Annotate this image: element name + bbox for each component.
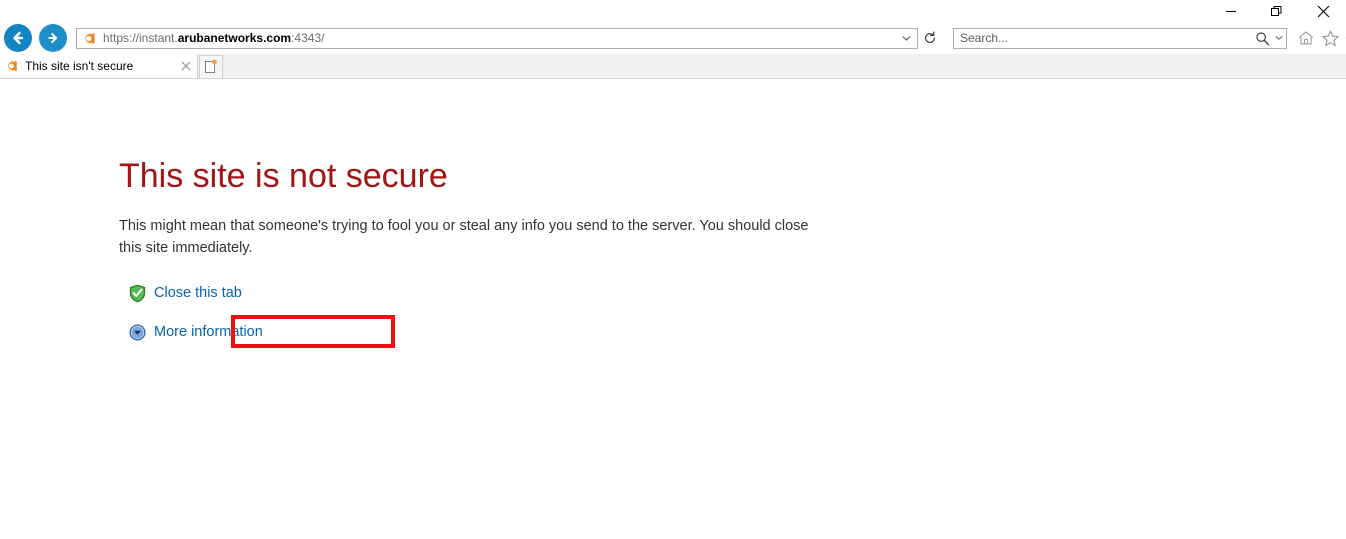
star-icon xyxy=(1321,30,1339,46)
restore-button[interactable] xyxy=(1254,0,1300,22)
tab-strip: This site isn't secure xyxy=(0,54,1346,79)
search-provider-dropdown[interactable] xyxy=(1272,29,1286,48)
minimize-button[interactable] xyxy=(1208,0,1254,22)
chevron-down-icon xyxy=(901,35,911,41)
tab-title: This site isn't secure xyxy=(25,59,134,73)
page-body-text: This might mean that someone's trying to… xyxy=(119,218,809,256)
close-icon xyxy=(1317,5,1329,17)
arrow-right-icon xyxy=(48,33,58,43)
refresh-icon xyxy=(925,31,935,43)
green-shield-check-icon xyxy=(126,282,148,304)
url-scheme: https://instant. xyxy=(103,30,178,45)
close-icon xyxy=(181,61,191,71)
url-domain: arubanetworks.com xyxy=(177,30,292,45)
more-information-link[interactable]: More information xyxy=(154,321,263,343)
aruba-a-icon xyxy=(79,29,99,48)
address-bar[interactable]: https://instant.arubanetworks.com:4343/ xyxy=(76,27,918,49)
close-button[interactable] xyxy=(1300,0,1346,22)
home-icon xyxy=(1298,31,1314,45)
page-content-area: This site is not secure This might mean … xyxy=(0,79,1346,539)
search-icon xyxy=(1255,31,1269,45)
new-tab-button[interactable] xyxy=(199,55,223,78)
tools-button[interactable] xyxy=(1342,26,1346,50)
arrow-left-icon xyxy=(13,31,24,45)
navigation-toolbar: https://instant.arubanetworks.com:4343/ xyxy=(0,22,1346,54)
window-controls xyxy=(1208,0,1346,22)
tab-close-button[interactable] xyxy=(175,55,197,77)
title-bar xyxy=(0,0,1346,22)
address-url-text[interactable]: https://instant.arubanetworks.com:4343/ xyxy=(99,29,895,48)
forward-button[interactable] xyxy=(39,24,67,52)
back-button[interactable] xyxy=(4,24,32,52)
chevron-down-icon xyxy=(1275,36,1283,40)
blue-chevron-down-circle-icon xyxy=(126,321,148,343)
aruba-a-icon xyxy=(2,56,22,76)
close-this-tab-row[interactable]: Close this tab xyxy=(126,281,242,305)
search-submit-button[interactable] xyxy=(1252,29,1272,48)
tab-this-site-isnt-secure[interactable]: This site isn't secure xyxy=(0,54,198,78)
browser-window: https://instant.arubanetworks.com:4343/ xyxy=(0,0,1346,539)
minimize-icon xyxy=(1226,11,1236,12)
search-box[interactable] xyxy=(953,27,1287,49)
new-tab-icon xyxy=(205,59,218,73)
address-dropdown-button[interactable] xyxy=(895,29,917,48)
page-title: This site is not secure xyxy=(119,157,448,195)
error-page: This site is not secure This might mean … xyxy=(119,79,819,348)
browser-tool-icons xyxy=(1294,26,1346,50)
search-input[interactable] xyxy=(954,30,1252,46)
page-actions: Close this tab More information xyxy=(119,259,819,348)
more-information-row[interactable]: More information xyxy=(126,320,263,344)
home-button[interactable] xyxy=(1294,26,1318,50)
restore-icon xyxy=(1271,6,1282,16)
favorites-button[interactable] xyxy=(1318,26,1342,50)
close-this-tab-link[interactable]: Close this tab xyxy=(154,282,242,304)
url-rest: :4343/ xyxy=(291,30,325,45)
refresh-button[interactable] xyxy=(919,28,941,49)
